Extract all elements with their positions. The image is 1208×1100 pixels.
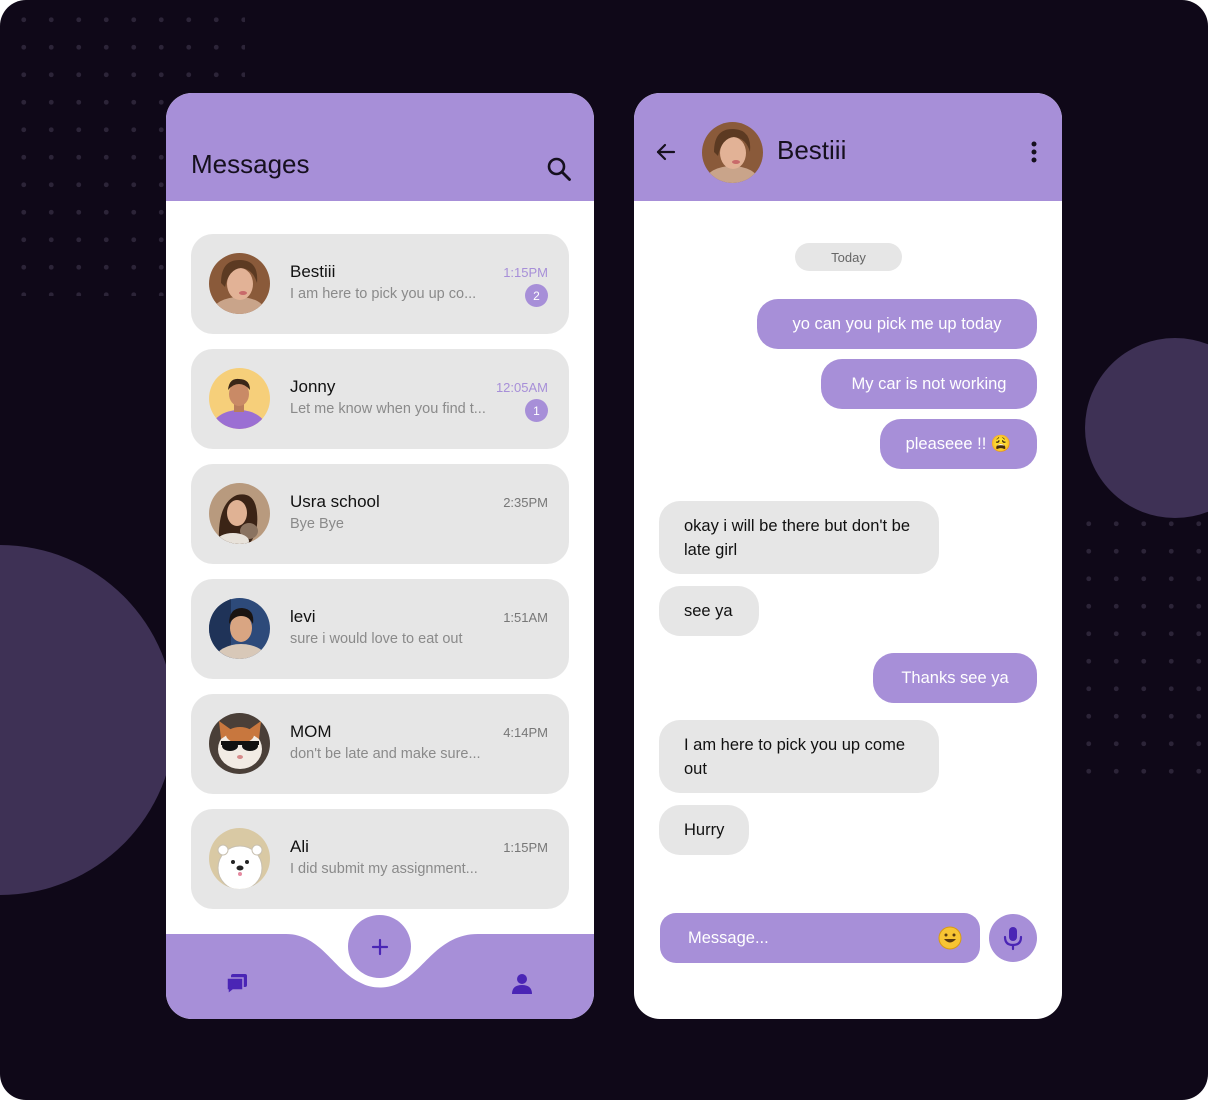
unread-badge: 1 <box>525 399 548 422</box>
message-preview: I am here to pick you up co... <box>290 286 477 302</box>
conversation-item[interactable]: Usra school Bye Bye 2:35PM <box>191 464 569 564</box>
conversation-item[interactable]: Ali I did submit my assignment... 1:15PM <box>191 809 569 909</box>
conversation-item[interactable]: Bestiii I am here to pick you up co... 1… <box>191 234 569 334</box>
chat-contact-name: Bestiii <box>777 135 847 165</box>
contact-name: Ali <box>290 837 309 856</box>
messages-list-screen: Messages Bestiii I am here to pick you u… <box>166 93 594 1019</box>
new-message-button[interactable] <box>348 915 411 978</box>
more-options-icon[interactable] <box>1024 140 1044 164</box>
dot-pattern <box>1075 510 1205 795</box>
message-time: 12:05AM <box>495 380 548 395</box>
message-preview: I did submit my assignment... <box>290 861 478 877</box>
background-circle <box>0 545 175 895</box>
message-input[interactable] <box>688 913 928 963</box>
avatar <box>209 598 270 659</box>
avatar <box>209 483 270 544</box>
microphone-button[interactable] <box>989 914 1037 962</box>
app-canvas: Messages Bestiii I am here to pick you u… <box>0 0 1208 1100</box>
message-time: 4:14PM <box>503 725 548 740</box>
contact-name: levi <box>290 607 316 626</box>
message-time: 2:35PM <box>503 495 548 510</box>
back-arrow-icon[interactable] <box>654 140 678 164</box>
microphone-icon <box>1003 927 1023 951</box>
message-time: 1:51AM <box>503 610 548 625</box>
message-preview: don't be late and make sure... <box>290 746 481 762</box>
received-message-bubble: okay i will be there but don't be late g… <box>659 501 939 574</box>
conversation-item[interactable]: Jonny Let me know when you find t... 12:… <box>191 349 569 449</box>
contact-name: Bestiii <box>290 262 336 281</box>
avatar <box>209 253 270 314</box>
profile-icon[interactable] <box>510 972 534 996</box>
contact-name: Usra school <box>290 492 380 511</box>
message-composer <box>660 913 980 963</box>
smiley-icon[interactable] <box>938 926 962 950</box>
sent-message-bubble: Thanks see ya <box>873 653 1037 703</box>
page-title: Messages <box>191 149 310 179</box>
message-preview: sure i would love to eat out <box>290 631 463 647</box>
sent-message-bubble: My car is not working <box>821 359 1037 409</box>
received-message-bubble: Hurry <box>659 805 749 855</box>
conversation-item[interactable]: levi sure i would love to eat out 1:51AM <box>191 579 569 679</box>
avatar <box>209 713 270 774</box>
message-time: 1:15PM <box>503 840 548 855</box>
plus-icon <box>371 938 388 955</box>
unread-badge: 2 <box>525 284 548 307</box>
conversation-item[interactable]: MOM don't be late and make sure... 4:14P… <box>191 694 569 794</box>
search-icon[interactable] <box>546 156 572 182</box>
background-circle <box>1085 338 1208 518</box>
message-time: 1:15PM <box>503 265 548 280</box>
avatar <box>209 828 270 889</box>
chat-header: Bestiii <box>634 93 1062 201</box>
message-preview: Bye Bye <box>290 516 344 532</box>
contact-name: MOM <box>290 722 332 741</box>
contact-name: Jonny <box>290 377 336 396</box>
avatar <box>209 368 270 429</box>
received-message-bubble: I am here to pick you up come out <box>659 720 939 793</box>
avatar[interactable] <box>702 122 763 183</box>
message-preview: Let me know when you find t... <box>290 401 486 417</box>
received-message-bubble: see ya <box>659 586 759 636</box>
sent-message-bubble: pleaseee !! 😩 <box>880 419 1037 469</box>
chat-screen: Bestiii Today yo can you pick me up toda… <box>634 93 1062 1019</box>
list-header: Messages <box>166 93 594 201</box>
date-divider: Today <box>795 243 902 271</box>
chat-icon[interactable] <box>225 972 249 996</box>
sent-message-bubble: yo can you pick me up today <box>757 299 1037 349</box>
